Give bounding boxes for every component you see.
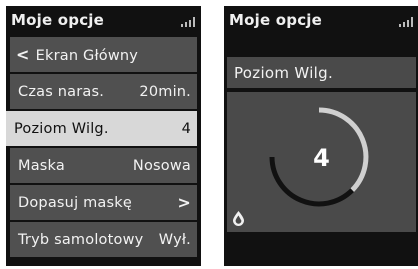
screen-title: Moje opcje [11,11,105,29]
menu-item-label: Dopasuj maskę [18,194,132,211]
menu-item-value: Wył. [158,231,191,248]
menu-item-value: Nosowa [132,157,191,174]
menu-item-label: Maska [18,157,65,174]
humidity-value: 4 [313,144,330,172]
menu-item-ramp-time[interactable]: Czas naras. 20min. [10,74,197,109]
menu-item-humidity-level[interactable]: Poziom Wilg. 4 [6,111,197,146]
menu-item-label: Tryb samolotowy [18,231,144,248]
menu-item-mask[interactable]: Maska Nosowa [10,148,197,183]
menu-item-value: 20min. [139,83,191,100]
options-menu: < Ekran Główny Czas naras. 20min. Poziom … [6,37,197,259]
screen-title: Moje opcje [229,11,323,29]
status-bar: Moje opcje [6,6,201,36]
back-item-label: Ekran Główny [35,48,139,64]
menu-screen: Moje opcje < Ekran Główny Czas naras. 20m… [6,6,201,266]
back-arrow-icon: < [16,45,30,64]
signal-icon [181,17,195,27]
humidity-screen: Moje opcje Poziom Wilg. 4 [224,6,418,266]
chevron-right-icon: > [177,193,191,212]
signal-icon [399,17,413,27]
back-to-home-item[interactable]: < Ekran Główny [10,37,197,72]
menu-item-label: Czas naras. [18,83,105,100]
menu-item-value: 4 [181,120,191,137]
humidity-control[interactable]: 4 [227,92,416,232]
menu-item-mask-fit[interactable]: Dopasuj maskę > [10,185,197,220]
water-drop-icon [233,211,244,226]
setting-title: Poziom Wilg. [227,57,416,88]
menu-item-airplane-mode[interactable]: Tryb samolotowy Wył. [10,222,197,257]
status-bar: Moje opcje [224,6,418,36]
menu-item-label: Poziom Wilg. [14,120,109,137]
